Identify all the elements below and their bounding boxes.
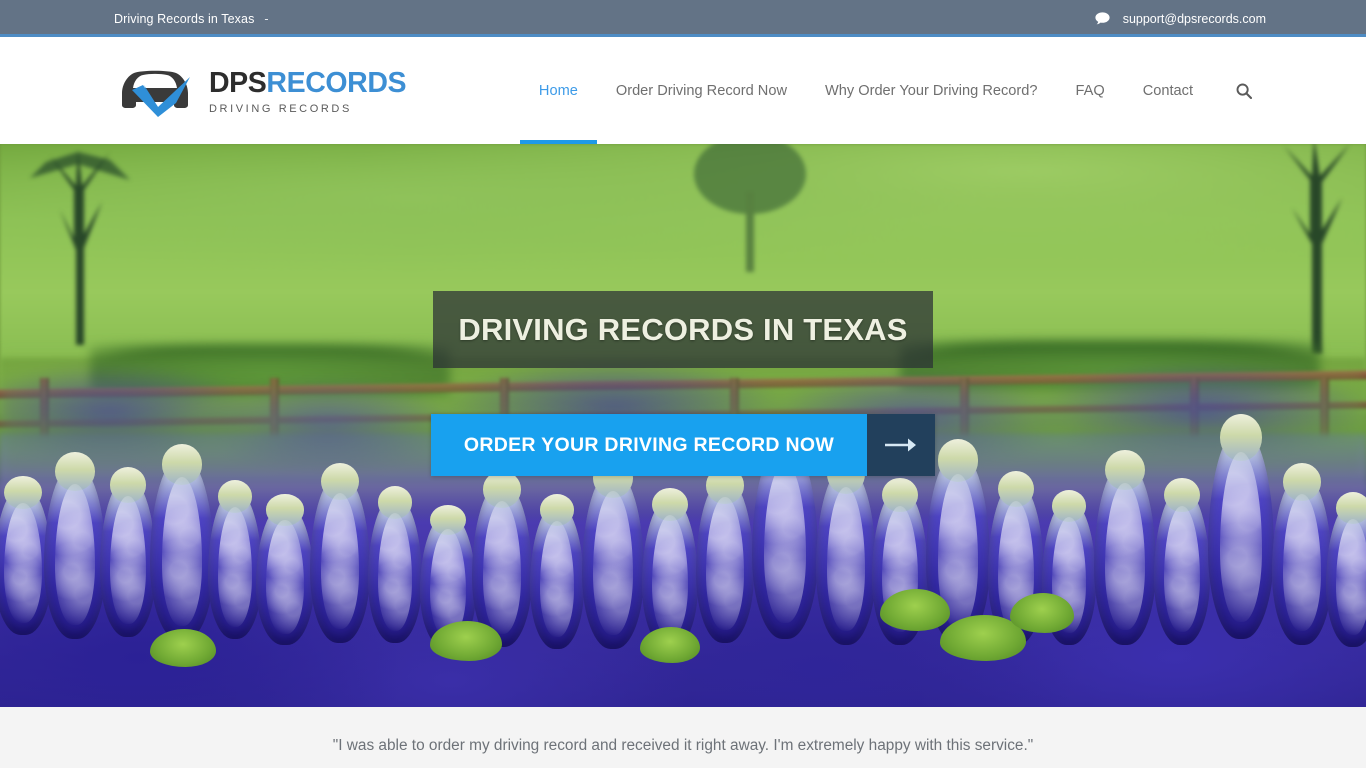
order-driving-record-button[interactable]: ORDER YOUR DRIVING RECORD NOW xyxy=(431,414,867,476)
site-title: Driving Records in Texas xyxy=(114,11,255,26)
nav-item-contact[interactable]: Contact xyxy=(1124,37,1212,144)
contact-email-block[interactable]: support@dpsrecords.com xyxy=(1095,12,1266,26)
chat-bubble-icon xyxy=(1095,12,1110,25)
arrow-right-icon[interactable] xyxy=(867,414,935,476)
nav-item-faq[interactable]: FAQ xyxy=(1057,37,1124,144)
site-title-bar: Driving Records in Texas - xyxy=(114,12,269,26)
nav-item-home[interactable]: Home xyxy=(519,37,597,144)
top-utility-bar: Driving Records in Texas - support@dpsrec… xyxy=(0,0,1366,37)
site-title-separator: - xyxy=(264,11,269,26)
logo-title: DPSRECORDS xyxy=(209,67,407,100)
site-header: DPSRECORDS DRIVING RECORDS Home Order Dr… xyxy=(0,37,1366,144)
logo-title-records: RECORDS xyxy=(266,67,407,100)
nav-item-why-order-your-driving-record[interactable]: Why Order Your Driving Record? xyxy=(806,37,1057,144)
hero-cta[interactable]: ORDER YOUR DRIVING RECORD NOW xyxy=(431,414,935,476)
logo-text: DPSRECORDS DRIVING RECORDS xyxy=(209,66,407,115)
search-icon[interactable] xyxy=(1212,37,1266,144)
support-email-text[interactable]: support@dpsrecords.com xyxy=(1123,12,1266,26)
logo-subtitle: DRIVING RECORDS xyxy=(209,102,352,115)
main-navigation: Home Order Driving Record Now Why Order … xyxy=(519,37,1266,144)
testimonial-quote: "I was able to order my driving record a… xyxy=(332,736,1034,754)
hero-title: DRIVING RECORDS IN TEXAS xyxy=(458,311,908,347)
logo-title-dps: DPS xyxy=(209,67,267,100)
hero-title-box: DRIVING RECORDS IN TEXAS xyxy=(433,291,933,368)
hero-content: DRIVING RECORDS IN TEXAS ORDER YOUR DRIV… xyxy=(0,144,1366,707)
testimonial-section: "I was able to order my driving record a… xyxy=(0,707,1366,768)
car-checkmark-icon xyxy=(114,63,196,118)
hero-banner: DRIVING RECORDS IN TEXAS ORDER YOUR DRIV… xyxy=(0,144,1366,707)
logo[interactable]: DPSRECORDS DRIVING RECORDS xyxy=(114,37,407,144)
nav-item-order-driving-record-now[interactable]: Order Driving Record Now xyxy=(597,37,806,144)
